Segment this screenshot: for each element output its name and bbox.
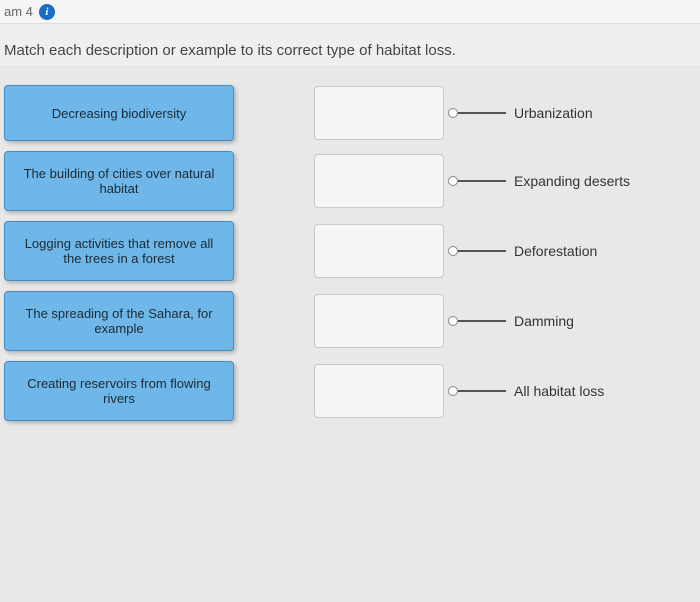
connector-node-icon xyxy=(448,386,458,396)
drop-slot[interactable] xyxy=(314,154,444,208)
connector-line-icon xyxy=(458,250,506,252)
connector-node-icon xyxy=(448,246,458,256)
target-label: Expanding deserts xyxy=(514,173,630,189)
connector-node-icon xyxy=(448,176,458,186)
source-card[interactable]: Decreasing biodiversity xyxy=(4,85,234,141)
connector-node-icon xyxy=(448,316,458,326)
drop-slot[interactable] xyxy=(314,224,444,278)
info-icon[interactable]: i xyxy=(39,4,55,20)
connector xyxy=(448,386,506,396)
target-label: All habitat loss xyxy=(514,383,604,399)
source-card[interactable]: Creating reservoirs from flowing rivers xyxy=(4,361,234,421)
top-bar: am 4 i xyxy=(0,0,700,24)
connector-node-icon xyxy=(448,108,458,118)
source-card[interactable]: The building of cities over natural habi… xyxy=(4,151,234,211)
source-card[interactable]: The spreading of the Sahara, for example xyxy=(4,291,234,351)
connector xyxy=(448,316,506,326)
connector-line-icon xyxy=(458,320,506,322)
connector xyxy=(448,108,506,118)
connector-line-icon xyxy=(458,390,506,392)
drop-slot[interactable] xyxy=(314,294,444,348)
connector xyxy=(448,176,506,186)
connector-line-icon xyxy=(458,180,506,182)
source-card[interactable]: Logging activities that remove all the t… xyxy=(4,221,234,281)
target-label: Deforestation xyxy=(514,243,597,259)
connector-line-icon xyxy=(458,112,506,114)
connector xyxy=(448,246,506,256)
matching-area: Decreasing biodiversity Urbanization The… xyxy=(0,65,700,421)
drop-slot[interactable] xyxy=(314,86,444,140)
question-instruction: Match each description or example to its… xyxy=(0,24,700,65)
target-label: Damming xyxy=(514,313,574,329)
target-label: Urbanization xyxy=(514,105,593,121)
drop-slot[interactable] xyxy=(314,364,444,418)
breadcrumb: am 4 xyxy=(4,4,33,19)
